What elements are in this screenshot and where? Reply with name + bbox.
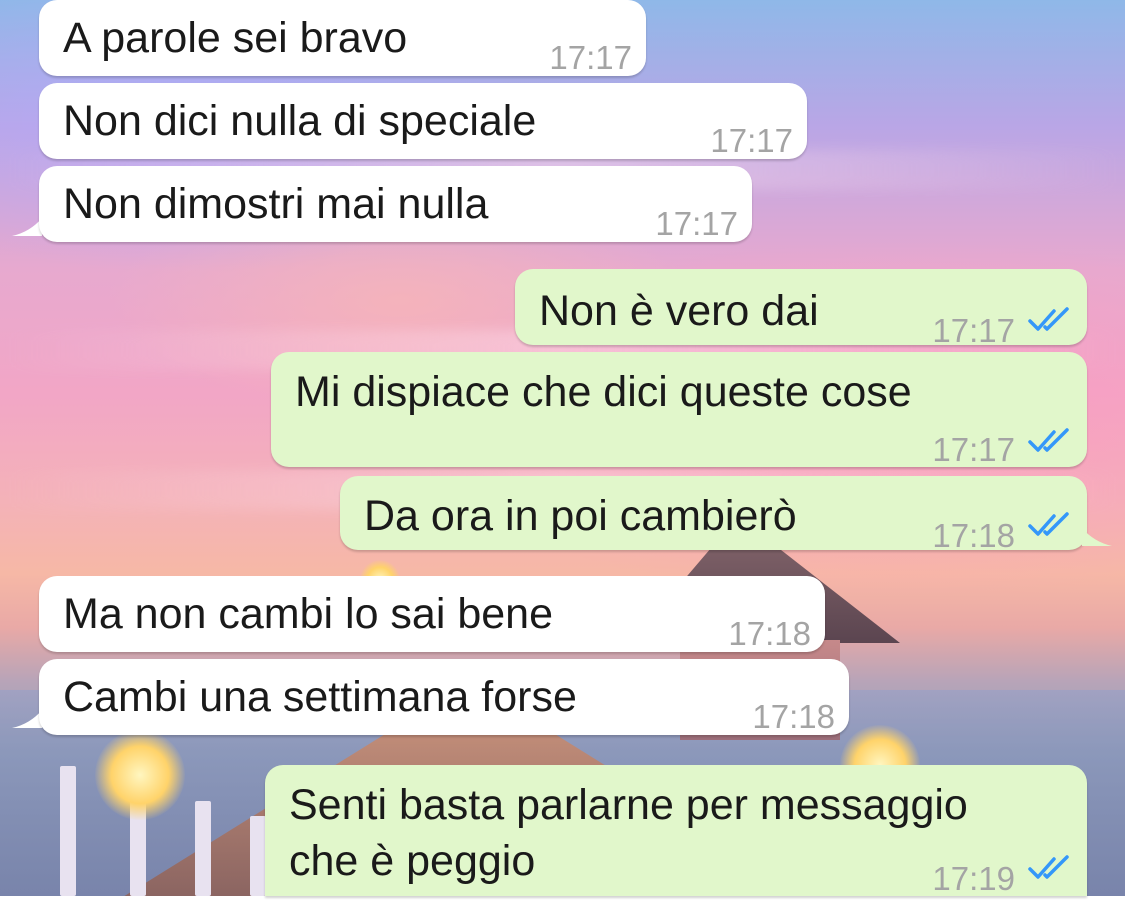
- double-check-icon: [1028, 307, 1069, 331]
- message-timestamp: 17:17: [932, 312, 1015, 349]
- message-timestamp: 17:18: [728, 615, 811, 652]
- message-bubble-incoming[interactable]: Ma non cambi lo sai bene 17:18: [39, 576, 825, 652]
- message-bubble-incoming[interactable]: Non dimostri mai nulla 17:17: [39, 166, 752, 242]
- message-bubble-outgoing[interactable]: Mi dispiace che dici queste cose 17:17: [271, 352, 1087, 468]
- message-bubble-outgoing[interactable]: Non è vero dai 17:17: [515, 269, 1087, 349]
- message-timestamp: 17:18: [752, 698, 835, 735]
- message-timestamp: 17:18: [932, 517, 1015, 554]
- bubble-tail-incoming: [12, 710, 42, 728]
- message-text: Non è vero dai: [539, 287, 819, 335]
- message-text: Ma non cambi lo sai bene: [63, 590, 554, 638]
- message-bubble-outgoing[interactable]: Senti basta parlarne per messaggio che è…: [265, 765, 1087, 897]
- message-text: Non dici nulla di speciale: [63, 97, 537, 145]
- message-bubble-outgoing[interactable]: Da ora in poi cambierò 17:18: [340, 476, 1087, 554]
- message-timestamp: 17:17: [710, 122, 793, 159]
- message-text: Da ora in poi cambierò: [364, 492, 797, 540]
- message-bubble-incoming[interactable]: Non dici nulla di speciale 17:17: [39, 83, 807, 159]
- message-text-line-1: Senti basta parlarne per messaggio: [289, 781, 968, 829]
- message-timestamp: 17:17: [655, 205, 738, 242]
- bubble-tail-incoming: [12, 218, 42, 236]
- double-check-icon: [1028, 512, 1069, 536]
- bubble-tail-outgoing: [1082, 528, 1112, 546]
- message-bubble-incoming[interactable]: A parole sei bravo 17:17: [39, 0, 646, 76]
- message-text-line-2: che è peggio: [289, 837, 536, 885]
- message-timestamp: 17:17: [549, 39, 632, 76]
- double-check-icon: [1028, 855, 1069, 879]
- message-timestamp: 17:17: [932, 431, 1015, 468]
- message-bubble-incoming[interactable]: Cambi una settimana forse 17:18: [39, 659, 849, 735]
- double-check-icon: [1028, 428, 1069, 452]
- message-text: Cambi una settimana forse: [63, 673, 577, 721]
- message-text: A parole sei bravo: [63, 14, 408, 62]
- message-text: Mi dispiace che dici queste cose: [295, 368, 912, 416]
- message-timestamp: 17:19: [932, 860, 1015, 897]
- message-text: Non dimostri mai nulla: [63, 180, 489, 228]
